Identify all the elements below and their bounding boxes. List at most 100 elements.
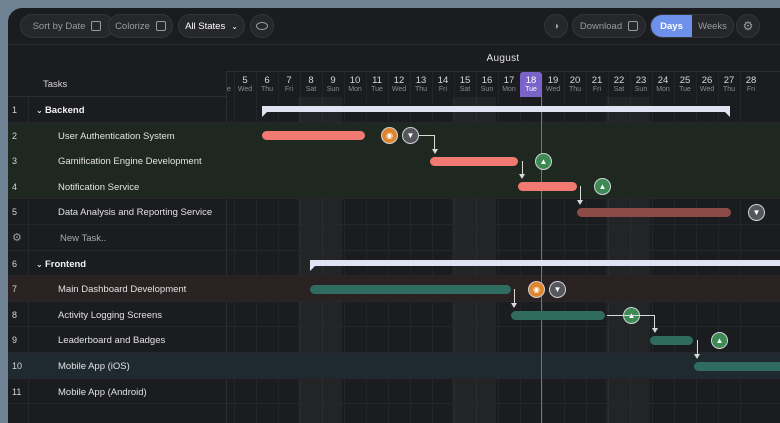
day-number: 27 bbox=[723, 75, 735, 86]
day-header-28: 28 Fri bbox=[740, 72, 762, 97]
new-task-row[interactable]: ⚙ New Task.. bbox=[8, 225, 780, 251]
day-header-10: 10 Mon bbox=[344, 72, 366, 97]
task-label[interactable]: Activity Logging Screens bbox=[58, 310, 162, 321]
row-number: 9 bbox=[12, 335, 18, 346]
task-label[interactable]: Gamification Engine Development bbox=[58, 156, 202, 167]
frontend-summary-bar[interactable] bbox=[310, 260, 780, 271]
colorize-button[interactable]: Colorize bbox=[108, 14, 173, 38]
avatar-icon[interactable]: ▲ bbox=[535, 153, 552, 170]
row-number: 11 bbox=[12, 386, 22, 397]
row-number: 6 bbox=[12, 258, 18, 269]
day-header-5: 5 Wed bbox=[234, 72, 256, 97]
group-label[interactable]: ⌄ Frontend bbox=[36, 259, 86, 270]
day-header-24: 24 Mon bbox=[652, 72, 674, 97]
day-weekday: Fri bbox=[438, 86, 448, 93]
task-bar-notification-service[interactable] bbox=[518, 182, 577, 191]
day-weekday: Thu bbox=[414, 86, 428, 93]
view-weeks-button[interactable]: Weeks bbox=[692, 15, 733, 37]
view-switch: Days Weeks bbox=[650, 14, 734, 38]
task-label[interactable]: Notification Service bbox=[58, 182, 139, 193]
day-number: 23 bbox=[635, 75, 647, 86]
day-header-15: 15 Sat bbox=[454, 72, 476, 97]
task-row[interactable]: 11 Mobile App (Android) bbox=[8, 379, 780, 405]
calendar-icon bbox=[91, 21, 102, 31]
avatar-icon[interactable]: ▼ bbox=[748, 204, 765, 221]
day-partial: e bbox=[227, 86, 231, 93]
avatar-icon[interactable]: ▲ bbox=[711, 332, 728, 349]
day-number: 7 bbox=[286, 75, 292, 86]
task-row[interactable]: 10 Mobile App (iOS) bbox=[8, 353, 780, 379]
day-header-14: 14 Fri bbox=[432, 72, 454, 97]
task-label[interactable]: Main Dashboard Development bbox=[58, 284, 186, 295]
task-row[interactable]: 4 Notification Service bbox=[8, 173, 780, 200]
new-task-input[interactable]: New Task.. bbox=[60, 233, 106, 244]
day-weekday: Sat bbox=[459, 86, 471, 93]
view-days-button[interactable]: Days bbox=[651, 15, 692, 37]
avatar-icon[interactable]: ▼ bbox=[402, 127, 419, 144]
day-number: 22 bbox=[613, 75, 625, 86]
day-number: 16 bbox=[481, 75, 493, 86]
day-number: 10 bbox=[349, 75, 361, 86]
group-label[interactable]: ⌄ Backend bbox=[36, 105, 85, 116]
task-bar-activity-logging[interactable] bbox=[511, 311, 605, 320]
day-header-11: 11 Tue bbox=[366, 72, 388, 97]
backend-summary-bar[interactable] bbox=[262, 106, 730, 117]
avatar-icon[interactable]: ◉ bbox=[528, 281, 545, 298]
task-row[interactable]: 8 Activity Logging Screens bbox=[8, 302, 780, 328]
task-row bbox=[8, 404, 780, 423]
task-label[interactable]: Leaderboard and Badges bbox=[58, 335, 165, 346]
bulb-button[interactable]: ◑ bbox=[544, 14, 568, 38]
day-number: 11 bbox=[372, 75, 382, 86]
task-label[interactable]: User Authentication System bbox=[58, 131, 175, 142]
settings-button[interactable]: ⚙ bbox=[736, 14, 760, 38]
task-row[interactable]: 3 Gamification Engine Development bbox=[8, 148, 780, 174]
task-label[interactable]: Mobile App (Android) bbox=[58, 387, 147, 398]
avatar-icon[interactable]: ▲ bbox=[594, 178, 611, 195]
day-header-27: 27 Thu bbox=[718, 72, 740, 97]
day-header-22: 22 Sat bbox=[608, 72, 630, 97]
day-number: 14 bbox=[437, 75, 449, 86]
day-number: 17 bbox=[503, 75, 515, 86]
day-weekday: Thu bbox=[722, 86, 736, 93]
day-header-13: 13 Thu bbox=[410, 72, 432, 97]
states-dropdown[interactable]: All States ⌄ bbox=[178, 14, 245, 38]
avatar-icon[interactable]: ▼ bbox=[549, 281, 566, 298]
avatar-icon[interactable]: ◉ bbox=[381, 127, 398, 144]
gantt-window: Sort by Date Colorize All States ⌄ ◑ Dow… bbox=[8, 8, 780, 423]
day-weekday: Sat bbox=[613, 86, 625, 93]
group-name: Backend bbox=[44, 105, 85, 116]
dependency-arrow bbox=[694, 354, 700, 359]
dependency-arrow bbox=[652, 328, 658, 333]
day-number: 8 bbox=[308, 75, 314, 86]
day-header-26: 26 Wed bbox=[696, 72, 718, 97]
day-weekday: Sun bbox=[480, 86, 494, 93]
row-number: 8 bbox=[12, 309, 18, 320]
download-button[interactable]: Download bbox=[572, 14, 646, 38]
tasks-header: Tasks bbox=[8, 72, 226, 97]
day-header-7: 7 Fri bbox=[278, 72, 300, 97]
dependency-arrow bbox=[577, 200, 583, 205]
day-weekday: Fri bbox=[592, 86, 602, 93]
visibility-button[interactable] bbox=[250, 14, 274, 38]
task-bar-leaderboard-badges[interactable] bbox=[650, 336, 693, 345]
day-header-8: 8 Sat bbox=[300, 72, 322, 97]
task-bar-data-analysis[interactable] bbox=[577, 208, 731, 217]
row-number: 1 bbox=[12, 105, 18, 115]
day-weekday: Fri bbox=[284, 86, 294, 93]
row-number: 5 bbox=[12, 207, 18, 218]
task-bar-mobile-ios[interactable] bbox=[694, 362, 780, 371]
day-number: 26 bbox=[701, 75, 713, 86]
day-weekday: Tue bbox=[525, 86, 537, 93]
task-label[interactable]: Data Analysis and Reporting Service bbox=[58, 207, 212, 218]
task-bar-gamification-engine[interactable] bbox=[430, 157, 518, 166]
row-number: 10 bbox=[12, 361, 23, 371]
task-bar-user-authentication[interactable] bbox=[262, 131, 365, 140]
dependency-connector bbox=[419, 135, 435, 149]
day-weekday: Thu bbox=[260, 86, 274, 93]
day-weekday: Wed bbox=[391, 86, 407, 93]
sort-by-date-button[interactable]: Sort by Date bbox=[20, 14, 114, 38]
gear-icon[interactable]: ⚙ bbox=[12, 231, 26, 244]
task-bar-main-dashboard[interactable] bbox=[310, 285, 511, 294]
day-weekday: Tue bbox=[371, 86, 383, 93]
task-label[interactable]: Mobile App (iOS) bbox=[58, 361, 130, 372]
